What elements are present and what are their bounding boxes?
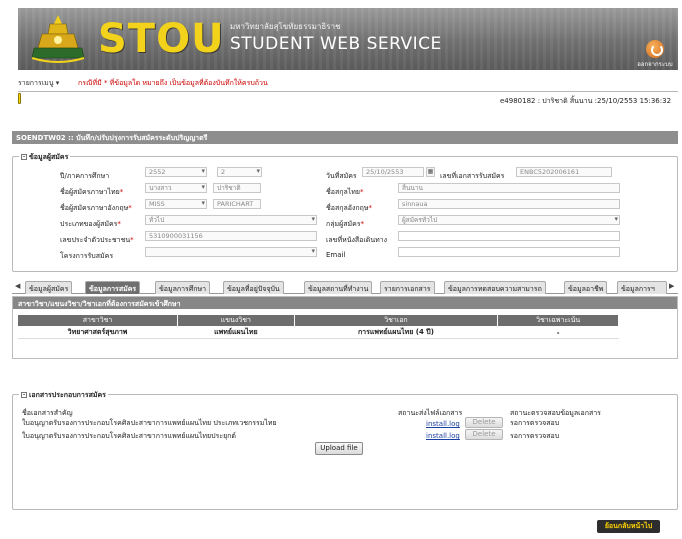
tab-bar: ◀ ข้อมูลผู้สมัคร ข้อมูลการสมัคร ข้อมูลกา… [12,280,678,294]
applicant-type-label: ประเภทของผู้สมัคร* [60,220,121,228]
name-en-label: ชื่อผู้สมัครภาษาอังกฤษ* [60,204,132,212]
divider [18,91,678,92]
project-select[interactable] [145,247,317,257]
documents-legend[interactable]: - เอกสารประกอบการสมัคร [19,390,108,401]
year-select[interactable]: 2552 [145,167,207,177]
doc-file-link[interactable]: install.log [426,432,460,440]
apply-date-label: วันที่สมัคร [326,172,357,180]
passport-field[interactable] [398,231,620,241]
doc-name: ใบอนุญาตรับรองการประกอบโรคศิลปะสาขาการแพ… [22,432,236,440]
tab-more[interactable]: ข้อมูลการฯ [617,281,667,294]
lastname-en-field[interactable]: sinnaua [398,199,620,209]
tab-occupation[interactable]: ข้อมูลอาชีพ [564,281,608,294]
program-table: สาขาวิชา แขนงวิชา วิชาเอก วิชาเฉพาะเน้น … [16,314,619,339]
name-th-label: ชื่อผู้สมัครภาษาไทย* [60,188,124,196]
tab-applicant[interactable]: ข้อมูลผู้สมัคร [25,281,73,294]
apply-date-field[interactable]: 25/10/2553 [362,167,424,177]
delete-button[interactable]: Delete [465,417,503,428]
drag-handle[interactable] [18,93,21,104]
applicant-group-label: กลุ่มผู้สมัคร* [326,220,365,228]
required-notice: กรณีที่มี * ที่ข้อมูลใด หมายถึง เป็นข้อม… [78,79,268,87]
table-header-row: สาขาวิชา แขนงวิชา วิชาเอก วิชาเฉพาะเน้น [16,314,619,327]
email-label: Email [326,251,346,259]
table-row[interactable]: วิทยาศาสตร์สุขภาพ แพทย์แผนไทย การแพทย์แผ… [17,326,619,339]
legend-label: เอกสารประกอบการสมัคร [29,391,106,399]
university-name: มหาวิทยาลัยสุโขทัยธรรมาธิราช [230,22,341,31]
column-header: วิชาเฉพาะเน้น [497,314,619,327]
collapse-icon: - [21,154,27,160]
menu-bar: รายการเมนู ▾ กรณีที่มี * ที่ข้อมูลใด หมา… [18,78,678,90]
doc-check-status: รอการตรวจสอบ [510,419,560,427]
collapse-icon: - [21,392,27,398]
program-panel-title: สาขาวิชา/แขนงวิชา/วิชาเอกที่ต้องการสมัคร… [13,297,677,309]
project-label: โครงการรับสมัคร [60,252,114,260]
column-header: วิชาเอก [293,314,499,327]
tab-education[interactable]: ข้อมูลการศึกษา [155,281,211,294]
tab-scroll-left-icon[interactable]: ◀ [15,282,20,290]
applicant-legend[interactable]: - ข้อมูลผู้สมัคร [19,152,71,163]
firstname-en-field[interactable]: PARICHART [213,199,261,209]
logout-button[interactable]: ออกจากระบบ [635,40,675,69]
column-header: แขนงวิชา [177,314,295,327]
passport-label: เลขที่หนังสือเดินทาง [326,236,388,244]
prefix-en-select[interactable]: MISS [145,199,207,209]
back-button[interactable]: ย้อนกลับหน้าไป [597,520,660,533]
doc-name: ใบอนุญาตรับรองการประกอบโรคศิลปะสาขาการแพ… [22,419,277,427]
upload-file-button[interactable]: Upload file [315,442,363,455]
tab-current-address[interactable]: ข้อมูลที่อยู่ปัจจุบัน [223,281,284,294]
lastname-th-label: ชื่อสกุลไทย* [326,188,364,196]
service-title: STUDENT WEB SERVICE [230,34,442,54]
legend-label: ข้อมูลผู้สมัคร [29,153,69,161]
lastname-th-field[interactable]: สิ้นนาน [398,183,620,193]
logout-icon [646,40,664,58]
brand-logo-text: STOU [98,16,225,62]
citizen-id-field[interactable]: 5310900031156 [145,231,317,241]
delete-button[interactable]: Delete [465,429,503,440]
term-select[interactable]: 2 [217,167,262,177]
user-session-info: e4980182 : ปาริชาติ สิ้นนาน :25/10/2553 … [500,97,672,105]
menu-dropdown[interactable]: รายการเมนู ▾ [18,78,59,89]
table-cell: แพทย์แผนไทย [177,326,295,339]
header-banner: STOU มหาวิทยาลัยสุโขทัยธรรมาธิราช STUDEN… [18,8,678,70]
applicant-type-select[interactable]: ทั่วไป [145,215,317,225]
doc-no-field[interactable]: ENBC5202006161 [516,167,612,177]
logout-label: ออกจากระบบ [637,61,673,68]
doc-no-label: เลขที่เอกสารรับสมัคร [440,172,505,180]
doc-status-header: สถานะส่งไฟล์เอกสาร [398,409,463,417]
tab-scroll-right-icon[interactable]: ▶ [669,282,674,290]
lastname-en-label: ชื่อสกุลอังกฤษ* [326,204,372,212]
tab-workplace[interactable]: ข้อมูลสถานที่ทำงาน [304,281,373,294]
calendar-icon[interactable]: ▦ [426,167,435,177]
applicant-group-select[interactable]: ผู้สมัครทั่วไป [398,215,620,225]
prefix-th-select[interactable]: นางสาว [145,183,207,193]
doc-file-link[interactable]: install.log [426,420,460,428]
tab-application[interactable]: ข้อมูลการสมัคร [85,281,141,294]
program-panel: สาขาวิชา/แขนงวิชา/วิชาเอกที่ต้องการสมัคร… [12,296,678,359]
tab-documents[interactable]: รายการเอกสาร [380,281,435,294]
year-label: ปี/ภาคการศึกษา [60,172,110,180]
doc-check-status: รอการตรวจสอบ [510,432,560,440]
tab-aptitude-test[interactable]: ข้อมูลการทดสอบความสามารถ [444,281,546,294]
table-cell: การแพทย์แผนไทย (4 ปี) [294,326,498,339]
email-field[interactable] [398,247,620,257]
university-emblem-icon [31,15,85,63]
citizen-id-label: เลขประจำตัวประชาชน* [60,236,134,244]
column-header: สาขาวิชา [16,314,179,327]
table-cell: - [497,326,619,339]
page-title: SOENDTW02 :: บันทึก/ปรับปรุงการรับสมัครร… [12,131,678,144]
firstname-th-field[interactable]: ปาริชาติ [213,183,261,193]
table-cell: วิทยาศาสตร์สุขภาพ [17,326,178,339]
